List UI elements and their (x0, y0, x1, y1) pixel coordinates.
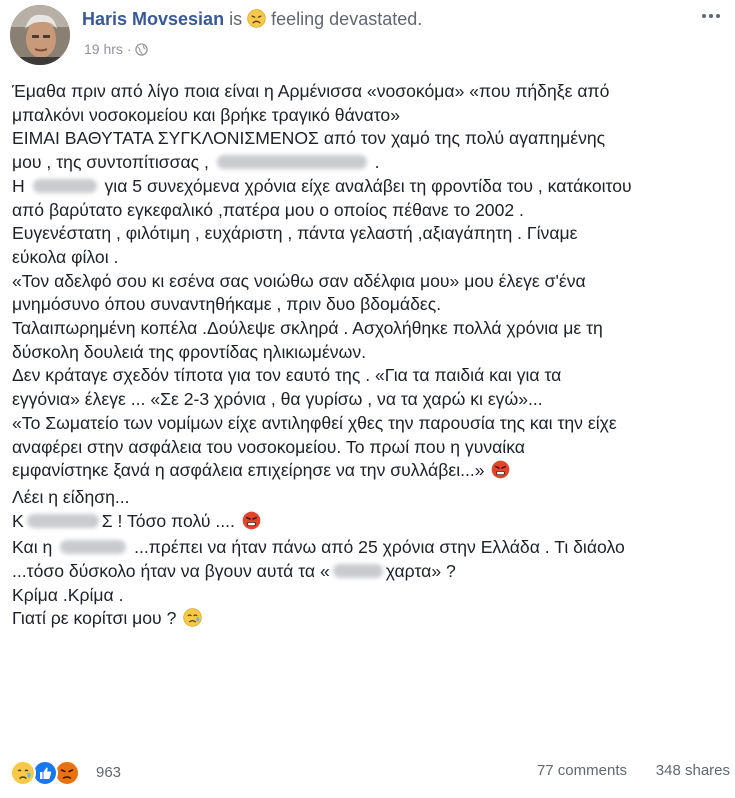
post-line-text: Κ (12, 510, 24, 531)
post-line-text: Και η (12, 537, 53, 558)
feeling-text: feeling devastated. (271, 9, 423, 29)
author-name[interactable]: Haris Movsesian (82, 9, 224, 29)
post-footer: 963 77 comments 348 shares (10, 758, 730, 788)
post-line-text: Η (12, 175, 25, 196)
post-line-text: ...πρέπει να ήταν πάνω από 25 χρόνια στη… (134, 537, 625, 558)
post-line-text: χαρτα» ? (385, 561, 456, 582)
post-line: Η για 5 συνεχόμενα χρόνια είχε αναλάβει … (12, 175, 730, 199)
post-line: μπαλκόνι νοσοκομείου και βρήκε τραγικό θ… (12, 104, 401, 125)
redacted-name (32, 178, 97, 193)
post-line: εύκολα φίλοι . (12, 246, 119, 267)
redacted-name (60, 540, 127, 555)
post-line: από βαρύτατο εγκεφαλικό ,πατέρα μου ο οπ… (12, 199, 524, 220)
post-line-text: για 5 συνεχόμενα χρόνια είχε αναλάβει τη… (104, 175, 632, 196)
post-line: εμφανίστηκε ξανά η ασφάλεια επιχείρησε ν… (12, 459, 730, 486)
post-line: Έμαθα πριν από λίγο ποια είναι η Αρμένισ… (12, 81, 610, 101)
post-line: ΕΙΜΑΙ ΒΑΘΥΤΑΤΑ ΣΥΓΚΛΟΝΙΣΜΕΝΟΣ από τον χα… (12, 128, 606, 149)
post-line: μνημόσυνο όπου συναντηθήκαμε , πριν δυο … (12, 294, 442, 315)
post-line: ...τόσο δύσκολο ήταν να βγουν αυτά τα « χ… (12, 560, 730, 584)
post-line: Κ Σ ! Τόσο πολύ .... (12, 510, 730, 537)
post-line: δύσκολη δουλειά της φροντίδας ηλικιωμένω… (12, 341, 367, 362)
post-line: Ευγενέστατη , φιλότιμη , ευχάριστη , πάν… (12, 223, 578, 244)
comments-count[interactable]: 77 comments (537, 762, 627, 779)
sad-reaction-icon (10, 760, 36, 790)
post-line-text: ...τόσο δύσκολο ήταν να βγουν αυτά τα « (12, 561, 330, 582)
redacted-name (216, 155, 367, 170)
author-avatar[interactable] (10, 5, 70, 65)
post-line-text: εμφανίστηκε ξανά η ασφάλεια επιχείρησε ν… (12, 460, 485, 481)
post-line: μου , της συντοπίτισσας , . (12, 151, 730, 175)
reactions-count[interactable]: 963 (96, 764, 121, 781)
post-line: Λέει η είδηση... (12, 486, 130, 507)
post-line: Κρίμα .Κρίμα . (12, 584, 124, 605)
post-line: Ταλαιπωρημένη κοπέλα .Δούλεψε σκληρά . Α… (12, 318, 603, 339)
angry-face-emoji-icon (491, 460, 510, 486)
post-line: Δεν κράταγε σχεδόν τίποτα για τον εαυτό … (12, 365, 562, 386)
shares-count[interactable]: 348 shares (656, 762, 730, 779)
post-line-text: Σ ! Τόσο πολύ .... (101, 510, 235, 531)
crying-face-emoji-icon (183, 608, 202, 634)
meta-separator: · (126, 41, 132, 57)
post-body: Έμαθα πριν από λίγο ποια είναι η Αρμένισ… (12, 80, 730, 634)
more-options-icon[interactable] (699, 8, 723, 24)
post-line: Και η ...πρέπει να ήταν πάνω από 25 χρόν… (12, 536, 730, 560)
angry-face-emoji-icon (242, 511, 261, 537)
redacted-word (332, 564, 383, 579)
sad-face-emoji-icon (247, 9, 266, 33)
post-line-text: μου , της συντοπίτισσας , (12, 152, 209, 173)
globe-icon[interactable] (135, 41, 149, 57)
post-header: Haris Movsesian is feeling devastated. (82, 9, 422, 33)
post-line-text: Γιατί ρε κορίτσι μου ? (12, 608, 177, 629)
post-meta: 19 hrs · (84, 41, 149, 57)
post-line: εγγόνια» έλεγε ... «Σε 2-3 χρόνια , θα γ… (12, 389, 543, 410)
post-timestamp[interactable]: 19 hrs (84, 41, 123, 57)
post-line: Γιατί ρε κορίτσι μου ? (12, 607, 730, 634)
activity-prefix: is (229, 9, 243, 29)
post-line-text: . (374, 152, 380, 173)
redacted-name (26, 513, 99, 528)
post-line: «Το Σωματείο των νομίμων είχε αντιληφθεί… (12, 412, 617, 433)
post-line: αναφέρει στην ασφάλεια του νοσοκομείου. … (12, 436, 525, 457)
post-line: «Τον αδελφό σου κι εσένα σας νοιώθω σαν … (12, 270, 586, 291)
